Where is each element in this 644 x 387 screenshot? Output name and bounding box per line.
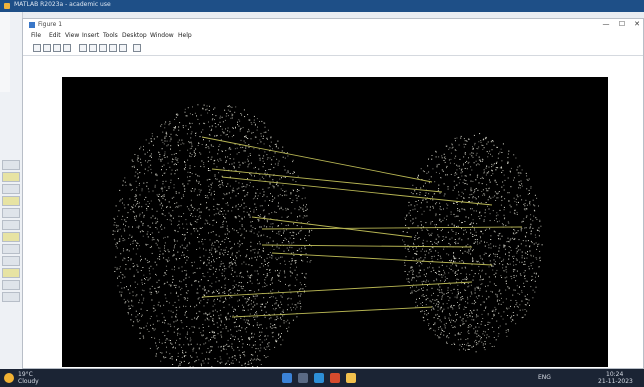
toolbox-row[interactable] (2, 244, 20, 254)
new-figure-icon[interactable] (33, 44, 41, 52)
toolbox-row[interactable] (2, 208, 20, 218)
match-line (271, 252, 493, 266)
figure-title-bar: Figure 1 — ☐ ✕ (23, 19, 643, 31)
toolbox-row[interactable] (2, 172, 20, 182)
menu-view[interactable]: View (65, 32, 79, 39)
menu-window[interactable]: Window (150, 32, 174, 39)
clock-time: 10:24 (606, 371, 624, 378)
menu-edit[interactable]: Edit (49, 32, 61, 39)
menu-desktop[interactable]: Desktop (122, 32, 147, 39)
folder-icon[interactable] (346, 373, 356, 383)
match-visualization (112, 104, 543, 367)
open-icon[interactable] (43, 44, 51, 52)
toolbox-row[interactable] (2, 196, 20, 206)
print-icon[interactable] (63, 44, 71, 52)
arrow-icon[interactable] (79, 44, 87, 52)
figure-icon (29, 22, 35, 28)
plot-axes[interactable] (62, 77, 608, 367)
maximize-button[interactable]: ☐ (615, 20, 629, 28)
matlab-taskbar-icon[interactable] (330, 373, 340, 383)
menu-file[interactable]: File (31, 32, 41, 39)
left-toolbox (2, 160, 20, 360)
zoom-in-icon[interactable] (89, 44, 97, 52)
match-line (261, 226, 523, 230)
toolbox-row[interactable] (2, 292, 20, 302)
clock-date: 21-11-2023 (598, 378, 633, 385)
language-indicator: ENG (538, 374, 551, 381)
zoom-out-icon[interactable] (99, 44, 107, 52)
match-line (211, 168, 443, 193)
windows-taskbar: 19°C Cloudy ENG 10:24 21-11-2023 (0, 369, 644, 387)
search-icon[interactable] (298, 373, 308, 383)
toolbox-row[interactable] (2, 184, 20, 194)
toolbox-row[interactable] (2, 280, 20, 290)
rotate-icon[interactable] (119, 44, 127, 52)
os-window-title: MATLAB R2023a - academic use (14, 1, 111, 8)
menu-insert[interactable]: Insert (82, 32, 99, 39)
close-button[interactable]: ✕ (630, 20, 644, 28)
weather-icon (4, 373, 14, 383)
fingerprint-left (112, 104, 313, 367)
start-icon[interactable] (282, 373, 292, 383)
os-title-bar: MATLAB R2023a - academic use (0, 0, 644, 12)
toolbox-row[interactable] (2, 220, 20, 230)
current-folder-strip (0, 12, 10, 92)
menu-help[interactable]: Help (178, 32, 192, 39)
minimize-button[interactable]: — (599, 20, 613, 28)
weather-text: Cloudy (18, 378, 39, 385)
menu-tools[interactable]: Tools (103, 32, 118, 39)
match-line (231, 306, 433, 318)
fingerprint-right (402, 133, 543, 353)
edge-icon[interactable] (314, 373, 324, 383)
weather-temp: 19°C (18, 371, 33, 378)
match-line (261, 244, 473, 248)
match-line (221, 176, 493, 206)
data-cursor-icon[interactable] (133, 44, 141, 52)
save-icon[interactable] (53, 44, 61, 52)
figure-title: Figure 1 (38, 21, 63, 28)
toolbox-row[interactable] (2, 232, 20, 242)
figure-menubar: File Edit View Insert Tools Desktop Wind… (23, 31, 643, 41)
toolbox-row[interactable] (2, 256, 20, 266)
match-line (201, 136, 433, 183)
match-line (251, 216, 413, 238)
pan-icon[interactable] (109, 44, 117, 52)
toolbox-row[interactable] (2, 268, 20, 278)
toolbox-row[interactable] (2, 160, 20, 170)
figure-toolbar (23, 41, 643, 56)
matlab-icon (4, 3, 10, 9)
